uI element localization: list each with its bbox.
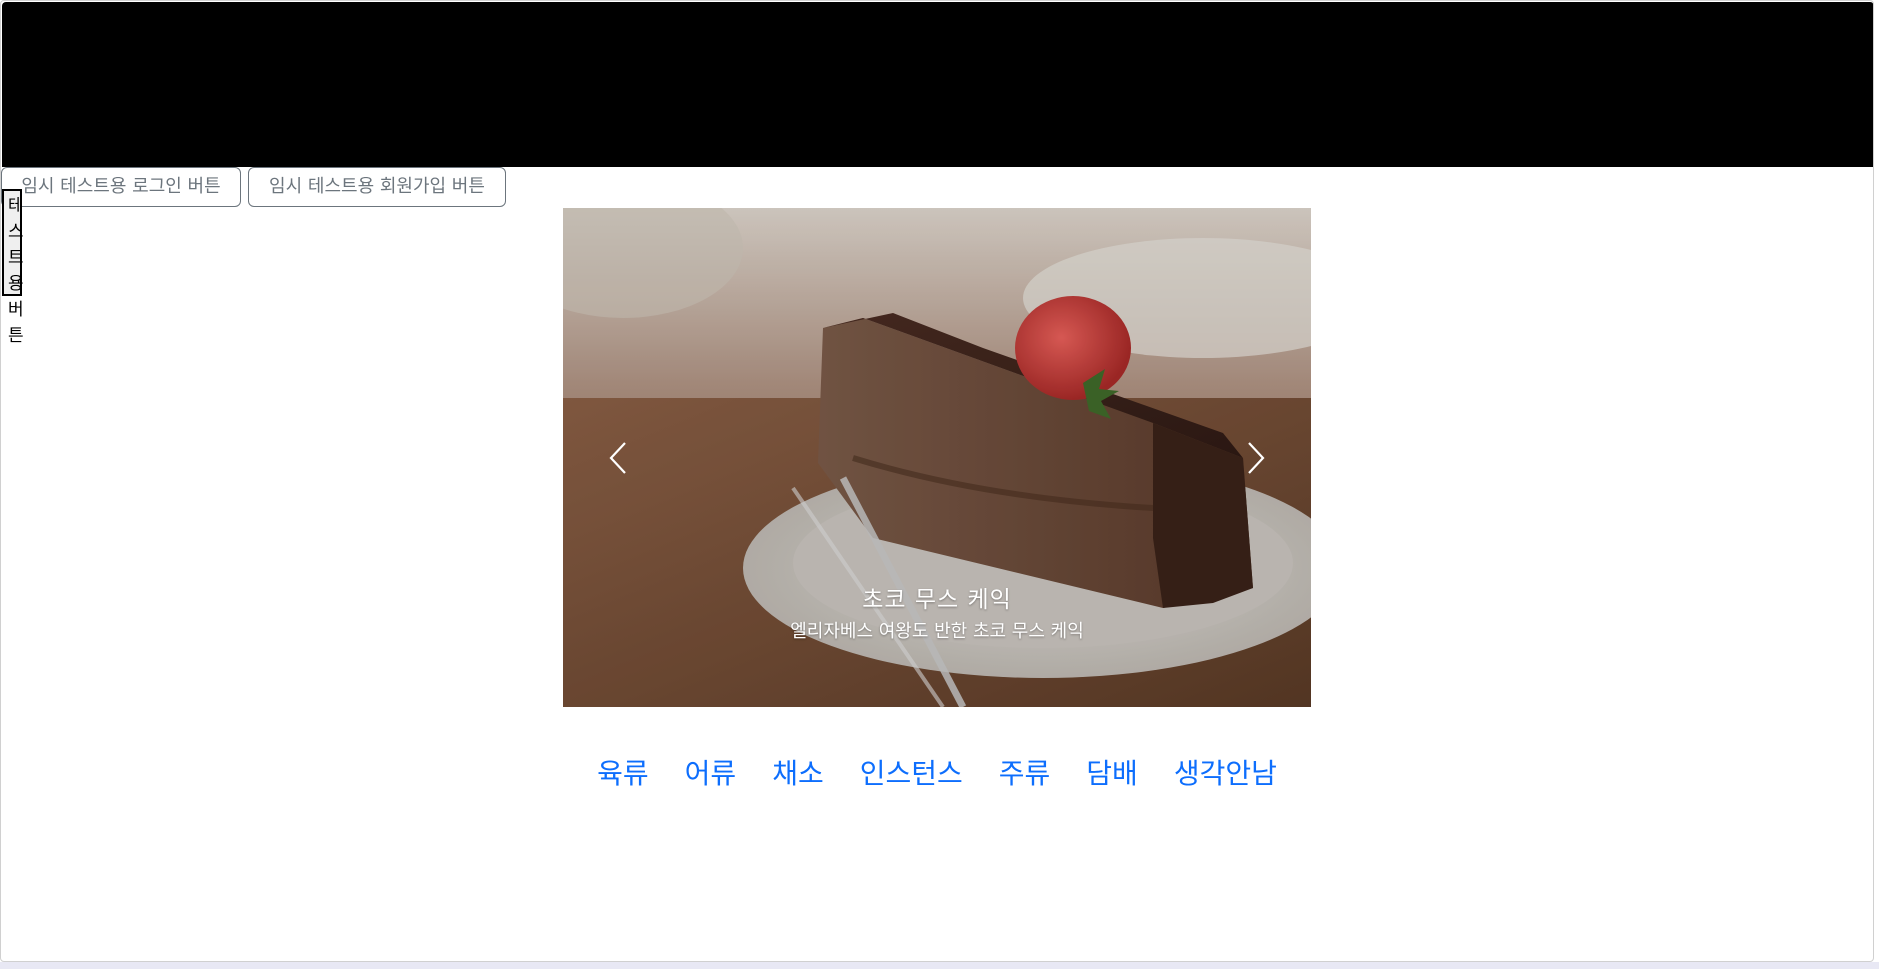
category-link-fish[interactable]: 어류 bbox=[667, 752, 755, 792]
window-bottom-edge bbox=[0, 962, 1879, 969]
chevron-right-icon bbox=[1248, 441, 1265, 474]
image-carousel: 초코 무스 케익 엘리자베스 여왕도 반한 초코 무스 케익 bbox=[563, 208, 1311, 707]
header-banner bbox=[2, 2, 1873, 167]
temp-login-button[interactable]: 임시 테스트용 로그인 버튼 bbox=[1, 167, 241, 207]
slide-title: 초코 무스 케익 bbox=[862, 587, 1012, 613]
category-link-misc[interactable]: 생각안남 bbox=[1156, 752, 1295, 792]
slide-description: 엘리자베스 여왕도 반한 초코 무스 케익 bbox=[790, 621, 1084, 642]
chevron-left-icon bbox=[609, 441, 626, 474]
category-link-instant[interactable]: 인스턴스 bbox=[842, 752, 981, 792]
temp-signup-button[interactable]: 임시 테스트용 회원가입 버튼 bbox=[248, 167, 506, 207]
category-link-liquor[interactable]: 주류 bbox=[981, 752, 1069, 792]
category-link-vegetables[interactable]: 채소 bbox=[754, 752, 842, 792]
test-button[interactable]: 테스트용버튼 bbox=[2, 189, 24, 346]
category-nav: 육류 어류 채소 인스턴스 주류 담배 생각안남 bbox=[563, 752, 1311, 792]
category-link-tobacco[interactable]: 담배 bbox=[1068, 752, 1156, 792]
test-button-label: 테스트용버튼 bbox=[8, 196, 24, 346]
category-link-meat[interactable]: 육류 bbox=[579, 752, 667, 792]
